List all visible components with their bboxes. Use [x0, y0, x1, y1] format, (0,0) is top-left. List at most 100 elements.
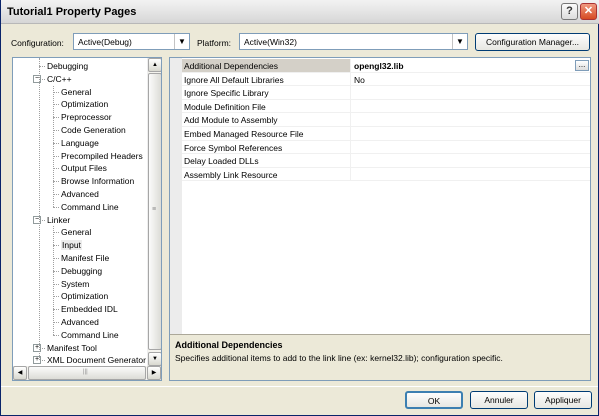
column-separator [350, 99, 351, 113]
property-row[interactable]: Ignore All Default Libraries No [170, 72, 590, 87]
scroll-thumb[interactable]: ≡ [148, 73, 161, 350]
divider [1, 386, 598, 387]
tree-connector [53, 334, 59, 336]
tree-item[interactable]: Manifest File [61, 252, 109, 265]
property-name: Module Definition File [184, 101, 266, 112]
tree-item-label: Precompiled Headers [61, 150, 143, 161]
tree-item[interactable]: Output Files [61, 162, 107, 175]
tree-item-label: General [61, 86, 92, 97]
tree-item-label: Linker [47, 214, 71, 225]
property-name: Embed Managed Resource File [184, 129, 304, 139]
tree-item[interactable]: Language [61, 137, 99, 150]
tree-item-label: General [61, 227, 92, 238]
tree-item-label: Advanced [61, 317, 99, 327]
column-separator [350, 86, 351, 99]
property-grid[interactable]: Additional Dependencies opengl32.lib... Ig… [169, 57, 591, 381]
category-tree[interactable]: Debugging − C/C++ General Optimization Prepro… [12, 57, 162, 381]
scroll-left-button[interactable]: ◀ [13, 366, 27, 380]
property-row[interactable]: Ignore Specific Library [170, 86, 590, 100]
tree-item-label: Browse Information [61, 176, 135, 187]
scroll-down-button[interactable]: ▼ [148, 352, 161, 366]
property-row[interactable]: Additional Dependencies opengl32.lib... [170, 59, 590, 73]
platform-label: Platform: [197, 38, 232, 48]
property-name: Additional Dependencies [184, 61, 279, 71]
configuration-value: Active(Debug) [78, 37, 132, 47]
tree-item[interactable]: Command Line [61, 329, 119, 342]
tree-item-label: Preprocessor [61, 112, 112, 123]
tree-item[interactable]: Input [61, 239, 82, 252]
property-row[interactable]: Assembly Link Resource [170, 167, 590, 182]
tree-item-label: Manifest Tool [47, 342, 97, 353]
tree-item[interactable]: Precompiled Headers [61, 150, 143, 163]
configuration-dropdown[interactable]: Active(Debug) ▼ [73, 33, 190, 50]
tree-item-label: Output Files [61, 163, 107, 174]
configuration-manager-button[interactable]: Configuration Manager... [475, 33, 590, 51]
platform-dropdown[interactable]: Active(Win32) ▼ [239, 33, 468, 50]
tree-vertical-scrollbar[interactable]: ▲ ≡ ▼ [147, 58, 161, 368]
property-row[interactable]: Add Module to Assembly [170, 113, 590, 127]
column-separator [350, 127, 351, 140]
column-separator [350, 154, 351, 167]
tree-item-label: Language [61, 137, 99, 148]
apply-button[interactable]: Appliquer [534, 391, 592, 409]
grip-icon: ≡ [152, 206, 157, 213]
chevron-down-icon[interactable]: ▼ [452, 34, 467, 49]
property-name: Add Module to Assembly [184, 115, 278, 126]
tree-item-label: Manifest File [61, 253, 110, 263]
property-name: Ignore All Default Libraries [184, 74, 284, 85]
help-button[interactable]: ? [561, 3, 578, 20]
tree-item[interactable]: Advanced [61, 316, 99, 329]
tree-item-label: Debugging [47, 61, 89, 71]
property-row[interactable]: Delay Loaded DLLs [170, 154, 590, 168]
tree-item[interactable]: C/C++ [47, 73, 72, 86]
ok-button[interactable]: OK [405, 391, 463, 409]
tree-item-label: XML Document Generator [47, 355, 146, 366]
property-row[interactable]: Force Symbol References [170, 140, 590, 155]
tree-item[interactable]: Browse Information [61, 175, 134, 188]
tree-item-label: Input [61, 240, 82, 251]
tree-connector [39, 58, 40, 361]
property-row[interactable]: Embed Managed Resource File [170, 127, 590, 141]
tree-item[interactable]: Advanced [61, 188, 99, 201]
tree-item[interactable]: Optimization [61, 290, 108, 303]
tree-item[interactable]: Linker [47, 214, 70, 227]
tree-item[interactable]: Command Line [61, 201, 119, 214]
tree-item[interactable]: Debugging [47, 60, 88, 73]
tree-connector [53, 226, 54, 335]
description-panel: Additional Dependencies Specifies additi… [170, 334, 590, 380]
tree-item[interactable]: Code Generation [61, 124, 126, 137]
chevron-down-icon[interactable]: ▼ [174, 34, 189, 49]
tree-item[interactable]: General [61, 226, 91, 239]
property-row[interactable]: Module Definition File [170, 99, 590, 114]
tree-item[interactable]: Optimization [61, 98, 108, 111]
property-value[interactable]: No [354, 75, 365, 85]
scroll-right-button[interactable]: ▶ [147, 366, 161, 380]
column-separator [350, 72, 351, 86]
cancel-button[interactable]: Annuler [470, 391, 528, 409]
scroll-up-button[interactable]: ▲ [148, 58, 161, 72]
ellipsis-button[interactable]: ... [575, 60, 589, 71]
close-button[interactable]: ✕ [580, 3, 597, 20]
property-name: Force Symbol References [184, 142, 283, 153]
tree-item[interactable]: Preprocessor [61, 111, 112, 124]
property-name: Ignore Specific Library [184, 88, 269, 99]
tree-item-label: Debugging [61, 265, 103, 276]
description-title: Additional Dependencies [175, 340, 283, 350]
window-title: Tutorial1 Property Pages [7, 6, 137, 18]
tree-horizontal-scrollbar[interactable]: ◀ ||| ▶ [13, 366, 161, 380]
platform-value: Active(Win32) [244, 37, 297, 47]
tree-item[interactable]: Debugging [61, 265, 102, 278]
tree-item-label: Command Line [61, 201, 119, 212]
property-value[interactable]: opengl32.lib [354, 61, 404, 71]
column-separator [350, 167, 351, 181]
title-bar[interactable]: Tutorial1 Property Pages ? ✕ [1, 0, 599, 24]
horizontal-scroll-thumb[interactable]: ||| [28, 366, 146, 380]
column-separator [350, 59, 351, 72]
property-name: Delay Loaded DLLs [184, 156, 259, 167]
tree-item[interactable]: Embedded IDL [61, 303, 118, 316]
tree-item[interactable]: Manifest Tool [47, 342, 97, 355]
tree-item-label: C/C++ [47, 73, 72, 84]
tree-item[interactable]: General [61, 86, 91, 99]
tree-item[interactable]: System [61, 278, 89, 291]
configuration-label: Configuration: [11, 38, 64, 48]
